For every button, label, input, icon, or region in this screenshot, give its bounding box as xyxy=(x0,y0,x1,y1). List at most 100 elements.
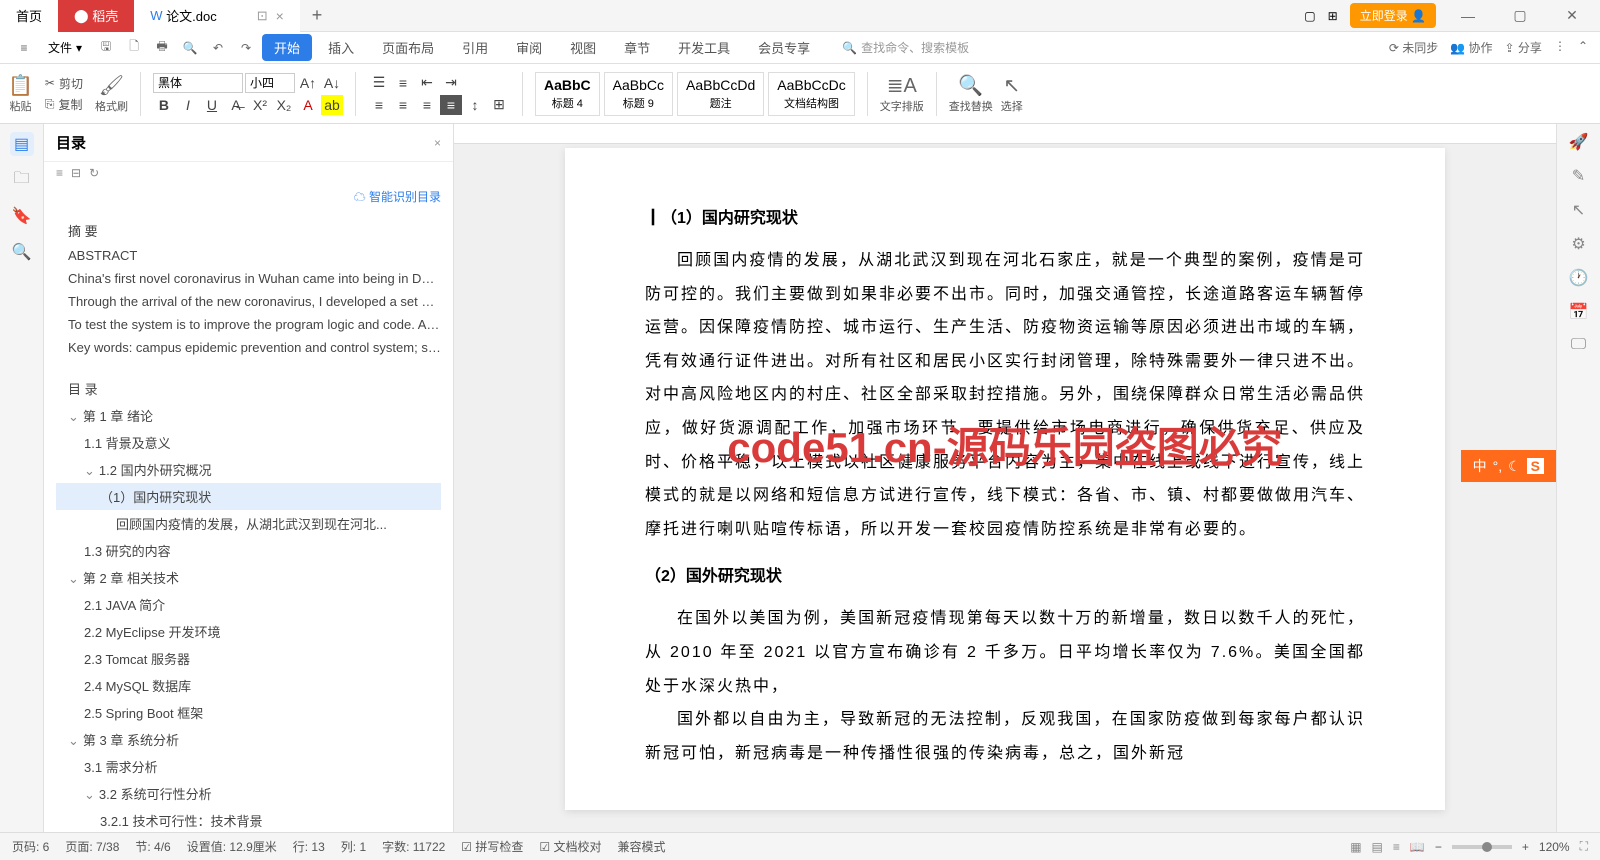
fullscreen-icon[interactable]: ⛶ xyxy=(1580,839,1588,854)
toc-item[interactable]: ⌄3.2 系统可行性分析 xyxy=(56,780,441,807)
toc-item[interactable]: To test the system is to improve the pro… xyxy=(56,313,441,336)
grow-font-icon[interactable]: A↑ xyxy=(297,73,319,93)
zoom-level[interactable]: 120% xyxy=(1539,840,1570,854)
status-page-of[interactable]: 页面: 7/38 xyxy=(65,838,119,855)
outline-icon[interactable]: ▤ xyxy=(10,132,34,156)
toc-item[interactable]: Through the arrival of the new coronavir… xyxy=(56,290,441,313)
command-search[interactable]: 🔍查找命令、搜索模板 xyxy=(842,39,969,56)
toc-list-icon[interactable]: ≡ xyxy=(56,166,63,180)
zoom-slider[interactable] xyxy=(1452,845,1512,849)
style-docmap[interactable]: AaBbCcDc文档结构图 xyxy=(768,72,854,116)
close-icon[interactable]: × xyxy=(276,8,284,24)
close-button[interactable]: ✕ xyxy=(1552,7,1592,24)
search-panel-icon[interactable]: 🔍 xyxy=(10,240,34,264)
toc-refresh-icon[interactable]: ↻ xyxy=(89,166,99,180)
align-justify-icon[interactable]: ≡ xyxy=(440,95,462,115)
tab-view[interactable]: 视图 xyxy=(558,34,608,61)
horizontal-ruler[interactable] xyxy=(454,124,1556,144)
tab-home[interactable]: 首页 xyxy=(0,0,58,32)
bold-button[interactable]: B xyxy=(153,95,175,115)
style-heading4[interactable]: AaBbC标题 4 xyxy=(535,72,600,116)
toc-close-icon[interactable]: × xyxy=(434,136,441,150)
border-icon[interactable]: ⊞ xyxy=(488,95,510,115)
chevron-down-icon[interactable]: ⌄ xyxy=(84,787,95,802)
status-spellcheck[interactable]: ☑ 拼写检查 xyxy=(461,838,523,855)
hamburger-icon[interactable]: ≡ xyxy=(12,36,36,60)
line-spacing-icon[interactable]: ↕ xyxy=(464,95,486,115)
tab-insert[interactable]: 插入 xyxy=(316,34,366,61)
login-button[interactable]: 立即登录 👤 xyxy=(1350,3,1436,28)
chevron-down-icon[interactable]: ⌄ xyxy=(68,409,79,424)
toc-item[interactable]: ⌄第 3 章 系统分析 xyxy=(56,726,441,753)
status-page-num[interactable]: 页码: 6 xyxy=(12,838,49,855)
view-outline-icon[interactable]: ≡ xyxy=(1393,840,1400,854)
share-button[interactable]: ⇪ 分享 xyxy=(1505,39,1542,56)
zoom-out-button[interactable]: − xyxy=(1435,840,1442,854)
document-area[interactable]: code51.cn-源码乐园盗图必究 ┃（1）国内研究现状 回顾国内疫情的发展，… xyxy=(454,124,1556,832)
toc-item[interactable]: ⌄第 1 章 绪论 xyxy=(56,402,441,429)
view-print-icon[interactable]: ▦ xyxy=(1350,840,1361,854)
tab-layout[interactable]: 页面布局 xyxy=(370,34,446,61)
toc-item[interactable]: 2.4 MySQL 数据库 xyxy=(56,672,441,699)
align-left-icon[interactable]: ≡ xyxy=(368,95,390,115)
view-web-icon[interactable]: ▤ xyxy=(1372,840,1383,854)
toc-item[interactable]: 2.1 JAVA 简介 xyxy=(56,591,441,618)
copy-button[interactable]: ⎘复制 xyxy=(41,94,87,115)
toc-tree-icon[interactable]: ⊟ xyxy=(71,166,81,180)
tab-docshell[interactable]: ⬤ 稻壳 xyxy=(58,0,134,32)
shrink-font-icon[interactable]: A↓ xyxy=(321,73,343,93)
tab-reference[interactable]: 引用 xyxy=(450,34,500,61)
ime-indicator[interactable]: 中 °, ☾ S xyxy=(1461,450,1556,482)
toc-item[interactable]: 1.3 研究的内容 xyxy=(56,537,441,564)
select-button[interactable]: ↖选择 xyxy=(1001,73,1023,114)
strike-button[interactable]: A̶ xyxy=(225,95,247,115)
sync-status[interactable]: ⟳ 未同步 xyxy=(1389,39,1438,56)
format-painter[interactable]: 🖌格式刷 xyxy=(95,73,128,114)
save-icon[interactable]: 🖫 xyxy=(94,36,118,60)
pencil-icon[interactable]: ✎ xyxy=(1572,166,1585,186)
rocket-icon[interactable]: 🚀 xyxy=(1569,132,1589,152)
indent-dec-icon[interactable]: ⇤ xyxy=(416,73,438,93)
tab-vip[interactable]: 会员专享 xyxy=(746,34,822,61)
document-page[interactable]: ┃（1）国内研究现状 回顾国内疫情的发展，从湖北武汉到现在河北石家庄，就是一个典… xyxy=(565,148,1445,810)
toc-item[interactable]: 回顾国内疫情的发展，从湖北武汉到现在河北... xyxy=(56,510,441,537)
indent-inc-icon[interactable]: ⇥ xyxy=(440,73,462,93)
status-section[interactable]: 节: 4/6 xyxy=(135,838,170,855)
chevron-down-icon[interactable]: ⌄ xyxy=(68,571,79,586)
toc-item[interactable]: 2.5 Spring Boot 框架 xyxy=(56,699,441,726)
align-right-icon[interactable]: ≡ xyxy=(416,95,438,115)
undo-icon[interactable]: ↶ xyxy=(206,36,230,60)
toc-item[interactable]: 2.2 MyEclipse 开发环境 xyxy=(56,618,441,645)
more-icon[interactable]: ⋮ xyxy=(1554,39,1566,56)
clock-icon[interactable]: 🕐 xyxy=(1569,268,1589,288)
toc-item[interactable]: ⌄第 2 章 相关技术 xyxy=(56,564,441,591)
text-layout-button[interactable]: ≣A文字排版 xyxy=(880,73,924,114)
zoom-in-button[interactable]: + xyxy=(1522,840,1529,854)
tab-dev[interactable]: 开发工具 xyxy=(666,34,742,61)
tab-menu-icon[interactable]: ⊡ xyxy=(257,8,268,24)
tab-document[interactable]: W 论文.doc ⊡ × xyxy=(134,0,300,32)
status-chars[interactable]: 字数: 11722 xyxy=(382,838,445,855)
toc-item[interactable]: Key words: campus epidemic prevention an… xyxy=(56,336,441,359)
new-tab-button[interactable]: + xyxy=(300,5,335,26)
bullets-icon[interactable]: ☰ xyxy=(368,73,390,93)
toc-item[interactable]: ⌄1.2 国内外研究概况 xyxy=(56,456,441,483)
find-replace-button[interactable]: 🔍查找替换 xyxy=(949,73,993,114)
preview-icon[interactable]: 🔍 xyxy=(178,36,202,60)
cut-button[interactable]: ✂剪切 xyxy=(41,73,87,94)
tab-review[interactable]: 审阅 xyxy=(504,34,554,61)
toc-item[interactable]: 目 录 xyxy=(56,375,441,402)
bookmark-icon[interactable]: 🔖 xyxy=(10,204,34,228)
superscript-button[interactable]: X² xyxy=(249,95,271,115)
align-center-icon[interactable]: ≡ xyxy=(392,95,414,115)
redo-icon[interactable]: ↷ xyxy=(234,36,258,60)
status-proof[interactable]: ☑ 文档校对 xyxy=(539,838,601,855)
collab-button[interactable]: 👥 协作 xyxy=(1450,39,1492,56)
tab-section[interactable]: 章节 xyxy=(612,34,662,61)
layout-icon[interactable]: ▢ xyxy=(1304,9,1315,23)
toc-item[interactable]: 2.3 Tomcat 服务器 xyxy=(56,645,441,672)
toc-smart-detect[interactable]: ☁ 智能识别目录 xyxy=(44,184,453,209)
font-select[interactable] xyxy=(153,73,243,93)
chevron-down-icon[interactable]: ⌄ xyxy=(68,733,79,748)
underline-button[interactable]: U xyxy=(201,95,223,115)
